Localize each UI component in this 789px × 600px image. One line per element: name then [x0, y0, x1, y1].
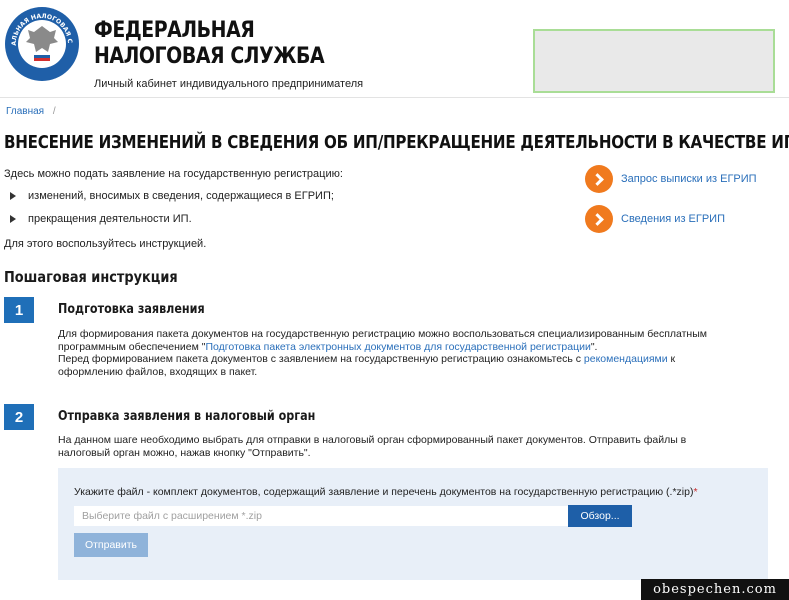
- step-number-badge: 2: [4, 404, 34, 430]
- required-mark: *: [693, 486, 698, 498]
- instruction-hint: Для этого воспользуйтесь инструкцией.: [4, 238, 207, 250]
- upload-label-text: Укажите файл - комплект документов, соде…: [74, 486, 694, 498]
- upload-panel: Укажите файл - комплект документов, соде…: [58, 468, 768, 580]
- step-number-badge: 1: [4, 297, 34, 323]
- cabinet-subtitle: Личный кабинет индивидуального предприни…: [94, 78, 364, 90]
- orange-arrow-icon[interactable]: [585, 205, 613, 233]
- bullet-arrow-icon: [10, 192, 16, 201]
- breadcrumb: Главная /: [6, 106, 56, 117]
- recommendations-link[interactable]: рекомендациями: [584, 353, 668, 365]
- step-1-paragraph-1: Для формирования пакета документов на го…: [58, 328, 738, 354]
- side-link-label[interactable]: Запрос выписки из ЕГРИП: [621, 173, 757, 185]
- banner-placeholder: [533, 29, 775, 93]
- list-item-text: прекращения деятельности ИП.: [28, 213, 192, 225]
- org-title-line-1: Федеральная: [94, 18, 255, 43]
- watermark: obespechen.com: [641, 579, 789, 600]
- side-link-label[interactable]: Сведения из ЕГРИП: [621, 213, 725, 225]
- step-title: Отправка заявления в налоговый орган: [58, 409, 316, 424]
- step-title: Подготовка заявления: [58, 302, 205, 317]
- software-download-link[interactable]: Подготовка пакета электронных документов…: [205, 341, 590, 353]
- orange-arrow-icon[interactable]: [585, 165, 613, 193]
- bullet-arrow-icon: [10, 215, 16, 224]
- submit-button[interactable]: Отправить: [74, 533, 148, 557]
- upload-label: Укажите файл - комплект документов, соде…: [74, 486, 698, 498]
- org-title[interactable]: Федеральная налоговая служба: [94, 18, 352, 70]
- site-header: ФЕДЕРАЛЬНАЯ НАЛОГОВАЯ СЛУЖБА Федеральная…: [0, 0, 789, 98]
- list-item-text: изменений, вносимых в сведения, содержащ…: [28, 190, 334, 202]
- file-path-input[interactable]: [74, 506, 568, 526]
- instructions-heading: Пошаговая инструкция: [4, 268, 178, 286]
- egrip-info-link[interactable]: Сведения из ЕГРИП: [585, 205, 725, 233]
- egrip-extract-request-link[interactable]: Запрос выписки из ЕГРИП: [585, 165, 757, 193]
- breadcrumb-home-link[interactable]: Главная: [6, 106, 44, 117]
- list-item: изменений, вносимых в сведения, содержащ…: [10, 190, 334, 202]
- org-title-line-2: налоговая служба: [94, 44, 325, 69]
- breadcrumb-separator: /: [52, 106, 56, 117]
- fns-emblem-icon[interactable]: ФЕДЕРАЛЬНАЯ НАЛОГОВАЯ СЛУЖБА: [4, 6, 80, 82]
- list-item: прекращения деятельности ИП.: [10, 213, 192, 225]
- page-title: Внесение изменений в сведения об ИП/прек…: [4, 132, 789, 153]
- step-1-paragraph-2: Перед формированием пакета документов с …: [58, 353, 738, 379]
- intro-text: Здесь можно подать заявление на государс…: [4, 168, 343, 180]
- step-2-paragraph: На данном шаге необходимо выбрать для от…: [58, 434, 687, 459]
- text-segment: Перед формированием пакета документов с …: [58, 353, 584, 365]
- text-segment: ".: [590, 341, 598, 353]
- browse-button[interactable]: Обзор...: [568, 505, 632, 527]
